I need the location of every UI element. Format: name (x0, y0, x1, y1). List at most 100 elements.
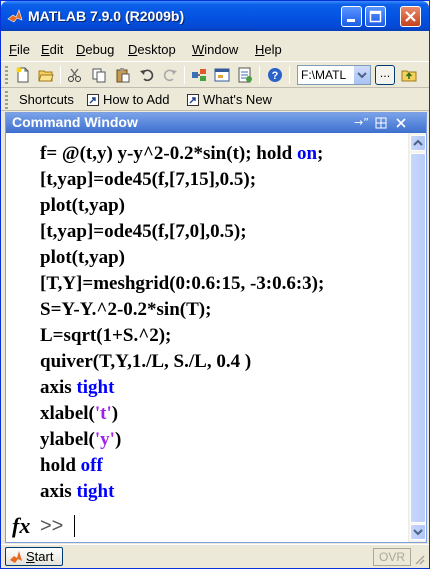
command-line: [T,Y]=meshgrid(0:0.6:15, -3:0.6:3); (40, 271, 324, 297)
status-bar: Start OVR (1, 544, 429, 568)
code-token: axis (40, 481, 77, 502)
function-browser-icon[interactable]: fx (12, 513, 30, 539)
command-history-area[interactable]: f= @(t,y) y-y^2-0.2*sin(t); hold on; [t,y… (6, 133, 408, 542)
current-directory-field[interactable]: F:\MATL (297, 65, 371, 85)
keyword-token: off (80, 455, 103, 476)
up-folder-icon[interactable] (401, 67, 417, 83)
vertical-scrollbar[interactable] (408, 133, 426, 542)
shortcut-link-icon (187, 94, 199, 106)
toolbar-separator (289, 66, 290, 84)
prompt-row[interactable]: fx >> (6, 511, 408, 541)
overwrite-indicator: OVR (373, 548, 411, 566)
simulink-icon[interactable] (191, 67, 207, 83)
command-line: L=sqrt(1+S.^2); (40, 323, 324, 349)
browse-folder-button[interactable]: ... (375, 65, 395, 85)
command-line: axis tight (40, 479, 324, 505)
shortcuts-label[interactable]: Shortcuts (19, 92, 74, 107)
keyword-token: tight (76, 377, 115, 398)
shortcuts-grip[interactable] (5, 91, 8, 109)
window-title: MATLAB 7.9.0 (R2009b) (28, 8, 185, 24)
help-icon[interactable]: ? (267, 67, 283, 83)
title-bar[interactable]: MATLAB 7.9.0 (R2009b) (1, 1, 429, 31)
chevron-up-icon (413, 139, 423, 146)
close-icon (405, 11, 416, 22)
command-line: S=Y-Y.^2-0.2*sin(T); (40, 297, 324, 323)
code-token: ylabel( (40, 429, 95, 450)
code-token: quiver(T,Y,1./L, S./L, 0.4 ) (40, 351, 252, 372)
current-directory-text: F:\MATL (301, 68, 347, 82)
new-file-icon[interactable] (15, 67, 31, 83)
code-token: axis (40, 377, 77, 398)
maximize-icon (369, 10, 382, 23)
code-token: ; (317, 143, 324, 164)
scrollbar-thumb[interactable] (410, 153, 426, 523)
start-label: Start (26, 549, 54, 564)
command-line: axis tight (40, 375, 324, 401)
code-token: S=Y-Y.^2-0.2*sin(T); (40, 299, 212, 320)
matlab-start-icon (10, 551, 22, 563)
string-token: 'y' (94, 429, 115, 450)
profiler-icon[interactable] (237, 67, 253, 83)
undock-icon[interactable]: →” (354, 116, 369, 130)
menu-debug[interactable]: Debug (76, 42, 114, 57)
minimize-button[interactable] (341, 6, 362, 27)
code-token: ) (114, 429, 122, 450)
command-window-header[interactable]: Command Window →” (6, 113, 426, 133)
minimize-icon (347, 19, 355, 22)
maximize-button[interactable] (365, 6, 386, 27)
toolbar-separator (184, 66, 185, 84)
maximize-panel-icon[interactable] (374, 116, 388, 130)
code-token: plot(t,yap) (40, 195, 125, 216)
chevron-down-icon (357, 72, 367, 79)
text-caret (74, 515, 75, 537)
matlab-logo-icon (7, 9, 23, 23)
undo-icon[interactable] (139, 67, 155, 83)
directory-dropdown-button[interactable] (353, 66, 370, 84)
menu-file[interactable]: File (9, 42, 30, 57)
code-token: [T,Y]=meshgrid(0:0.6:15, -3:0.6:3); (40, 273, 325, 294)
toolbar-grip[interactable] (5, 66, 8, 84)
command-window-panel: Command Window →” f= @(t,y) y-y^2-0.2*si… (5, 112, 427, 543)
command-line: ylabel('y') (40, 427, 324, 453)
menu-desktop[interactable]: Desktop (128, 42, 176, 57)
menu-window[interactable]: Window (192, 42, 238, 57)
command-line: hold off (40, 453, 324, 479)
resize-grip-icon[interactable] (413, 553, 425, 565)
shortcut-how-to-add[interactable]: How to Add (103, 92, 170, 107)
toolbar-separator (259, 66, 260, 84)
shortcuts-bar: Shortcuts How to Add What's New (1, 89, 429, 111)
open-folder-icon[interactable] (38, 67, 54, 83)
code-token: [t,yap]=ode45(f,[7,0],0.5); (40, 221, 247, 242)
shortcut-link-icon (87, 94, 99, 106)
keyword-token: tight (76, 481, 115, 502)
copy-icon[interactable] (91, 67, 107, 83)
menu-edit[interactable]: Edit (41, 42, 63, 57)
code-lines: f= @(t,y) y-y^2-0.2*sin(t); hold on; [t,y… (40, 141, 324, 505)
guide-icon[interactable] (214, 67, 230, 83)
start-button[interactable]: Start (5, 547, 63, 566)
code-token: [t,yap]=ode45(f,[7,15],0.5); (40, 169, 257, 190)
menu-bar: File Edit Debug Desktop Window Help (1, 39, 429, 59)
code-token: plot(t,yap) (40, 247, 125, 268)
command-line: f= @(t,y) y-y^2-0.2*sin(t); hold on; (40, 141, 324, 167)
keyword-token: on (296, 143, 318, 164)
shortcut-whats-new[interactable]: What's New (203, 92, 272, 107)
svg-text:?: ? (272, 70, 279, 82)
toolbar: ? F:\MATL ... (1, 61, 429, 88)
scroll-up-button[interactable] (410, 135, 426, 151)
code-token: hold (40, 455, 81, 476)
command-line: plot(t,yap) (40, 193, 324, 219)
command-line: [t,yap]=ode45(f,[7,15],0.5); (40, 167, 324, 193)
command-line: quiver(T,Y,1./L, S./L, 0.4 ) (40, 349, 324, 375)
cut-icon[interactable] (67, 67, 83, 83)
menu-help[interactable]: Help (255, 42, 282, 57)
scroll-down-button[interactable] (410, 524, 426, 540)
close-panel-icon[interactable] (394, 116, 408, 130)
command-window-title: Command Window (12, 114, 138, 130)
matlab-window: MATLAB 7.9.0 (R2009b) File Edit Debug De… (0, 0, 430, 569)
paste-icon[interactable] (115, 67, 131, 83)
close-button[interactable] (400, 6, 421, 27)
code-token: f= @(t,y) y-y^2-0.2*sin(t); hold (40, 143, 297, 164)
redo-icon[interactable] (162, 67, 178, 83)
code-token: L=sqrt(1+S.^2); (40, 325, 172, 346)
